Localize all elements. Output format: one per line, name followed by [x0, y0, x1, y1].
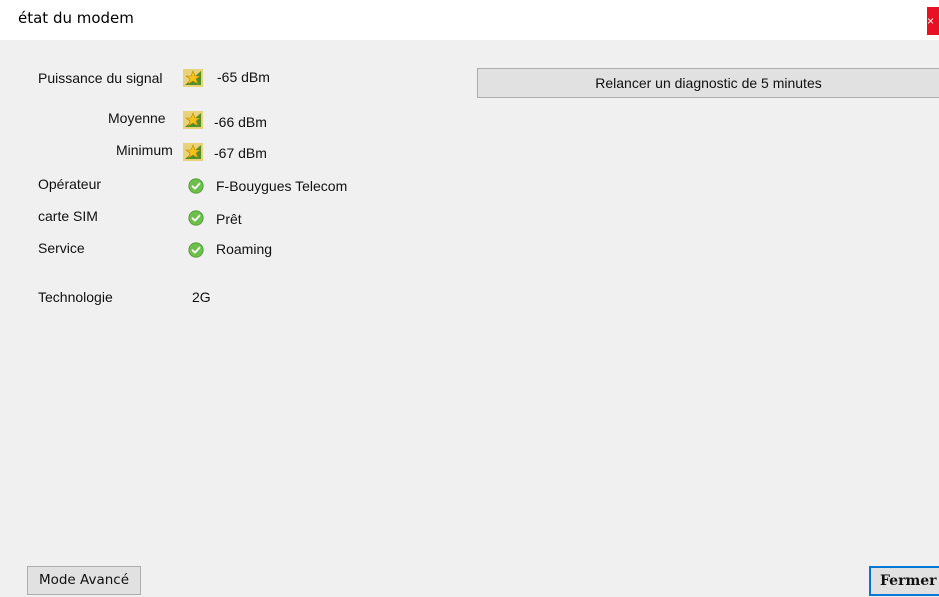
title-bar: état du modem ×	[0, 0, 939, 40]
signal-strength-icon	[183, 69, 203, 87]
signal-strength-value: -65 dBm	[217, 69, 270, 85]
service-value: Roaming	[216, 241, 273, 257]
technology-label: Technologie	[38, 289, 113, 305]
minimum-value: -67 dBm	[214, 145, 267, 161]
operator-value: F-Bouygues Telecom	[216, 178, 348, 194]
minimum-signal-icon	[183, 143, 203, 161]
operator-label: Opérateur	[38, 176, 102, 192]
ok-check-icon	[188, 210, 204, 226]
modem-status-dialog: état du modem × Puissance du signal -65 …	[0, 0, 939, 597]
signal-strength-label: Puissance du signal	[38, 70, 163, 86]
ok-check-icon	[188, 178, 204, 194]
close-window-button[interactable]: ×	[927, 7, 939, 35]
average-signal-icon	[183, 111, 203, 129]
average-label: Moyenne	[108, 110, 166, 126]
advanced-mode-button[interactable]: Mode Avancé	[27, 566, 141, 595]
sim-card-value: Prêt	[216, 211, 242, 227]
average-value: -66 dBm	[214, 114, 267, 130]
rerun-diagnostic-button[interactable]: Relancer un diagnostic de 5 minutes	[477, 68, 939, 98]
close-button[interactable]: Fermer	[869, 566, 939, 596]
window-title: état du modem	[18, 9, 134, 27]
ok-check-icon	[188, 242, 204, 258]
technology-value: 2G	[192, 289, 211, 305]
sim-card-label: carte SIM	[38, 208, 98, 224]
minimum-label: Minimum	[116, 142, 173, 158]
service-label: Service	[38, 240, 85, 256]
